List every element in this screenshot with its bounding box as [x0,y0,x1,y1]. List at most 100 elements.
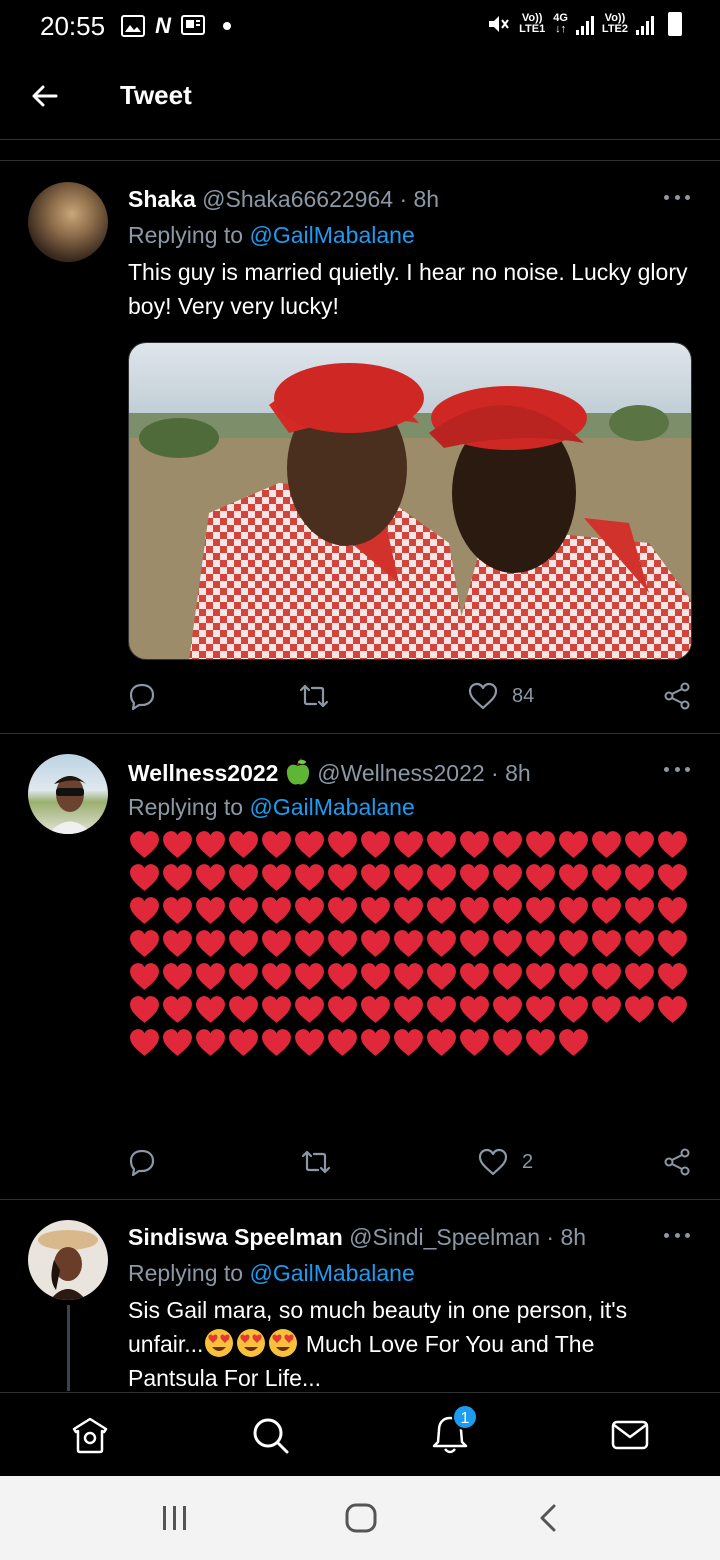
red-heart-emoji-icon [328,831,357,858]
display-name[interactable]: Sindiswa Speelman [128,1224,343,1250]
tweet-text: Sis Gail mara, so much beauty in one per… [128,1293,688,1391]
home-button-icon[interactable] [344,1502,378,1534]
red-heart-emoji-icon [427,930,456,957]
red-heart-emoji-icon [625,864,654,891]
display-name[interactable]: Wellness2022 [128,760,278,786]
red-heart-emoji-icon [196,996,225,1023]
tweet-image[interactable] [128,342,692,660]
red-heart-emoji-icon [229,963,258,990]
red-heart-emoji-icon [163,831,192,858]
back-arrow-icon[interactable] [30,82,58,110]
red-heart-emoji-icon [460,864,489,891]
notification-dot-icon [222,22,231,30]
red-heart-emoji-icon [493,930,522,957]
data-arrows-icon: ↓↑ [555,23,567,35]
share-icon [664,1148,690,1176]
red-heart-emoji-icon [196,831,225,858]
red-heart-emoji-icon [196,1029,225,1056]
replying-to: Replying to @GailMabalane [128,794,415,821]
red-heart-emoji-icon [559,996,588,1023]
tweet-time: · 8h [491,760,531,786]
red-heart-emoji-icon [526,864,555,891]
red-heart-emoji-icon [625,996,654,1023]
avatar-photo [38,1230,98,1300]
retweet-icon [299,684,329,708]
red-heart-emoji-icon [394,864,423,891]
user-handle[interactable]: @Sindi_Speelman [349,1224,540,1250]
red-heart-emoji-icon [493,963,522,990]
avatar[interactable] [28,182,108,262]
red-heart-emoji-icon [427,897,456,924]
avatar[interactable] [28,1220,108,1300]
red-heart-emoji-icon [394,963,423,990]
reply-button[interactable] [128,682,156,710]
replying-handle-link[interactable]: @GailMabalane [249,222,414,248]
green-apple-icon [286,758,309,785]
red-heart-emoji-icon [559,1029,588,1056]
red-heart-emoji-icon [460,897,489,924]
red-heart-emoji-icon [163,963,192,990]
red-heart-emoji-icon [295,1029,324,1056]
red-heart-emoji-icon [130,996,159,1023]
bottom-navigation [0,1392,720,1476]
red-heart-emoji-icon [559,930,588,957]
more-options-icon[interactable] [664,767,690,775]
netflix-n-icon: N [155,13,171,38]
search-icon[interactable] [248,1413,292,1457]
display-name[interactable]: Shaka [128,186,196,212]
red-heart-emoji-icon [526,897,555,924]
avatar-photo [48,776,92,834]
retweet-button[interactable] [298,682,330,710]
gallery-icon [121,15,146,37]
red-heart-emoji-icon [427,996,456,1023]
messages-icon[interactable] [608,1413,652,1457]
red-heart-emoji-icon [559,897,588,924]
replying-handle-link[interactable]: @GailMabalane [249,794,414,820]
red-heart-emoji-icon [526,963,555,990]
like-button[interactable]: 2 [478,1148,533,1176]
red-heart-emoji-icon [295,930,324,957]
red-heart-emoji-icon [196,864,225,891]
recent-apps-icon[interactable] [160,1504,190,1532]
more-options-icon[interactable] [664,195,690,203]
reply-button[interactable] [128,1148,156,1176]
red-heart-emoji-icon [163,930,192,957]
red-heart-emoji-icon [592,864,621,891]
heart-outline-icon [468,682,498,710]
red-heart-emoji-icon [262,864,291,891]
share-icon [664,682,690,710]
red-heart-emoji-icon [295,996,324,1023]
home-icon[interactable] [68,1413,112,1457]
heart-outline-icon [478,1148,508,1176]
red-heart-emoji-icon [229,864,258,891]
more-options-icon[interactable] [664,1233,690,1241]
user-handle[interactable]: @Shaka66622964 [202,186,393,212]
system-navigation-bar [0,1476,720,1560]
replying-handle-link[interactable]: @GailMabalane [249,1260,414,1286]
red-heart-emoji-icon [130,897,159,924]
red-heart-emoji-icon [262,1029,291,1056]
red-heart-emoji-icon [163,897,192,924]
status-time: 20:55 [40,10,106,41]
red-heart-emoji-icon [262,963,291,990]
red-heart-emoji-icon [295,864,324,891]
share-button[interactable] [663,682,691,710]
retweet-button[interactable] [300,1148,332,1176]
share-button[interactable] [663,1148,691,1176]
tweet-header: Shaka @Shaka66622964 · 8h [128,186,439,213]
red-heart-emoji-icon [658,897,687,924]
divider [0,160,720,161]
like-button[interactable]: 84 [468,682,534,710]
status-bar: 20:55 N Vo)) LTE1 4G ↓↑ Vo)) LTE2 [0,0,720,52]
red-heart-emoji-icon [130,963,159,990]
news-icon [180,15,205,35]
red-heart-emoji-icon [493,897,522,924]
red-heart-emoji-icon [262,831,291,858]
red-heart-emoji-icon [559,831,588,858]
back-button-icon[interactable] [536,1502,560,1534]
avatar[interactable] [28,754,108,834]
red-heart-emoji-icon [328,864,357,891]
red-heart-emoji-icon [262,897,291,924]
red-heart-emoji-icon [328,963,357,990]
user-handle[interactable]: @Wellness2022 [317,760,484,786]
